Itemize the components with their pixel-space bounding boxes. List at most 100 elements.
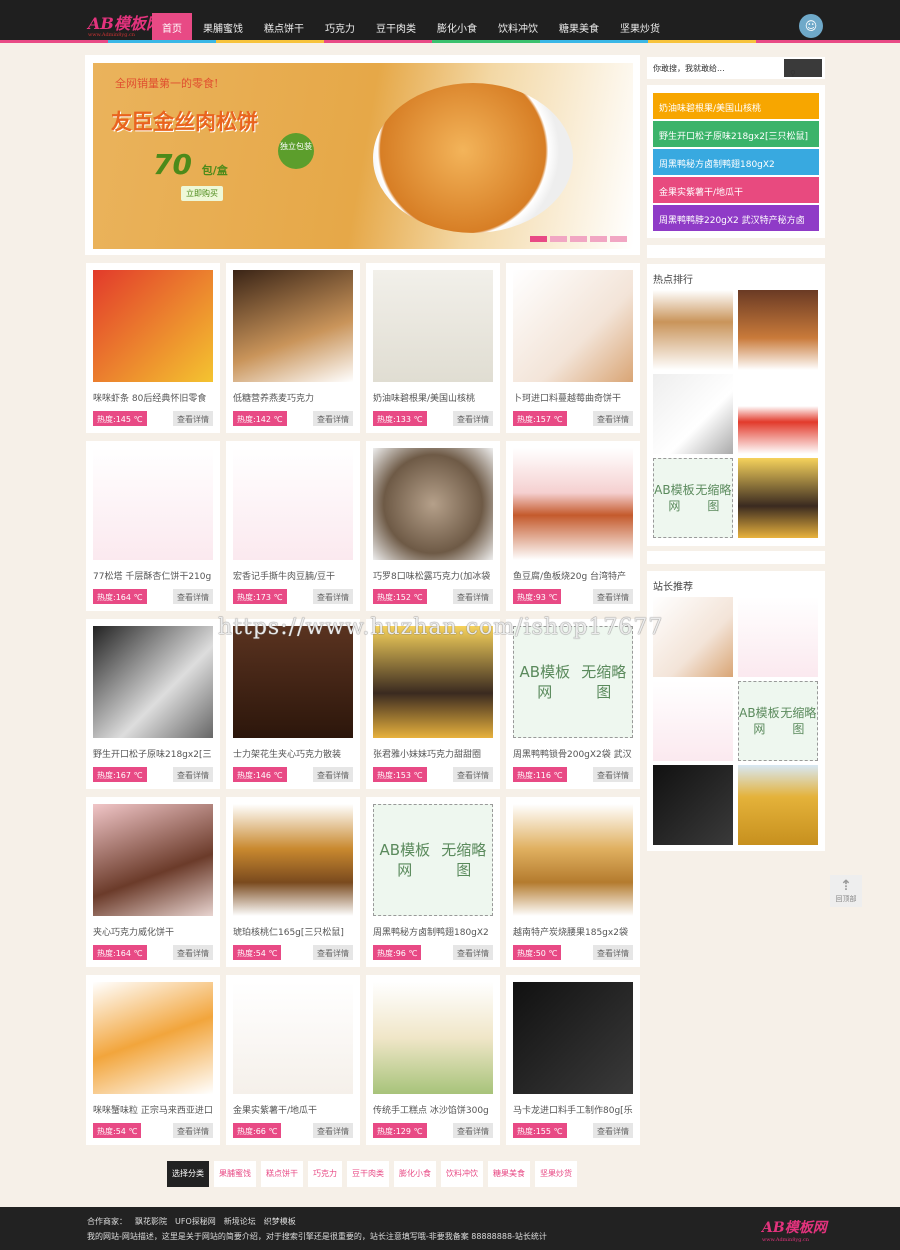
product-title[interactable]: 巧罗8口味松露巧克力(加冰袋 bbox=[373, 569, 497, 582]
nav-chocolate[interactable]: 巧克力 bbox=[315, 13, 365, 40]
product-image[interactable] bbox=[233, 982, 353, 1094]
product-card[interactable]: 金果实紫薯干/地瓜干 热度:66 ℃ 查看详情 bbox=[226, 975, 360, 1145]
product-image[interactable] bbox=[513, 270, 633, 382]
product-card[interactable]: 奶油味碧根果/美国山核桃 热度:133 ℃ 查看详情 bbox=[366, 263, 500, 433]
view-details-button[interactable]: 查看详情 bbox=[453, 589, 493, 604]
view-details-button[interactable]: 查看详情 bbox=[313, 1123, 353, 1138]
product-image[interactable] bbox=[233, 448, 353, 560]
product-image[interactable] bbox=[373, 982, 493, 1094]
featured-item[interactable]: 金果实紫薯干/地瓜干 bbox=[653, 177, 819, 203]
nav-drinks[interactable]: 饮料冲饮 bbox=[488, 13, 548, 40]
thumbnail[interactable] bbox=[738, 765, 818, 845]
partner-link[interactable]: 飘花影院 bbox=[135, 1217, 167, 1226]
product-image[interactable] bbox=[233, 626, 353, 738]
product-card[interactable]: 野生开口松子原味218gx2[三 热度:167 ℃ 查看详情 bbox=[86, 619, 220, 789]
partner-link[interactable]: 织梦模板 bbox=[264, 1217, 296, 1226]
product-card[interactable]: 琥珀核桃仁165g[三只松鼠] 热度:54 ℃ 查看详情 bbox=[226, 797, 360, 967]
featured-item[interactable]: 周黑鸭秘方卤制鸭翅180gX2 bbox=[653, 149, 819, 175]
product-card[interactable]: 咪咪虾条 80后经典怀旧零食 热度:145 ℃ 查看详情 bbox=[86, 263, 220, 433]
thumbnail[interactable] bbox=[653, 765, 733, 845]
view-details-button[interactable]: 查看详情 bbox=[593, 945, 633, 960]
product-image[interactable] bbox=[93, 626, 213, 738]
view-details-button[interactable]: 查看详情 bbox=[313, 589, 353, 604]
slide-dot[interactable] bbox=[590, 236, 607, 242]
view-details-button[interactable]: 查看详情 bbox=[593, 1123, 633, 1138]
product-image[interactable] bbox=[373, 270, 493, 382]
thumbnail[interactable] bbox=[653, 374, 733, 454]
featured-item[interactable]: 奶油味碧根果/美国山核桃 bbox=[653, 93, 819, 119]
product-title[interactable]: 低糖营养燕麦巧克力 bbox=[233, 391, 357, 404]
product-title[interactable]: 夹心巧克力威化饼干 bbox=[93, 925, 217, 938]
slide-dot[interactable] bbox=[530, 236, 547, 242]
banner-image[interactable]: 全网销量第一的零食! 友臣金丝肉松饼 70 包/盒 立即购买 独立包装 bbox=[93, 63, 633, 249]
slide-dot[interactable] bbox=[610, 236, 627, 242]
category-link[interactable]: 巧克力 bbox=[308, 1161, 342, 1187]
user-avatar-icon[interactable]: ☺ bbox=[799, 14, 823, 38]
product-card[interactable]: 夹心巧克力威化饼干 热度:164 ℃ 查看详情 bbox=[86, 797, 220, 967]
category-link[interactable]: 饮料冲饮 bbox=[441, 1161, 483, 1187]
category-link[interactable]: 坚果炒货 bbox=[535, 1161, 577, 1187]
search-input[interactable]: 你敢搜，我就敢给... bbox=[653, 63, 725, 74]
view-details-button[interactable]: 查看详情 bbox=[313, 411, 353, 426]
product-card[interactable]: 张君雅小妹妹巧克力甜甜圈 热度:153 ℃ 查看详情 bbox=[366, 619, 500, 789]
product-image[interactable] bbox=[513, 982, 633, 1094]
product-title[interactable]: 越南特产炭烧腰果185gx2袋 bbox=[513, 925, 637, 938]
view-details-button[interactable]: 查看详情 bbox=[173, 1123, 213, 1138]
category-link[interactable]: 糖果美食 bbox=[488, 1161, 530, 1187]
product-image[interactable] bbox=[93, 982, 213, 1094]
product-title[interactable]: 野生开口松子原味218gx2[三 bbox=[93, 747, 217, 760]
product-title[interactable]: 张君雅小妹妹巧克力甜甜圈 bbox=[373, 747, 497, 760]
partner-link[interactable]: UFO探秘网 bbox=[175, 1217, 216, 1226]
view-details-button[interactable]: 查看详情 bbox=[453, 411, 493, 426]
product-card[interactable]: 马卡龙进口料手工制作80g[乐 热度:155 ℃ 查看详情 bbox=[506, 975, 640, 1145]
view-details-button[interactable]: 查看详情 bbox=[593, 767, 633, 782]
product-title[interactable]: 卜珂进口料蔓越莓曲奇饼干 bbox=[513, 391, 637, 404]
view-details-button[interactable]: 查看详情 bbox=[173, 411, 213, 426]
product-title[interactable]: 周黑鸭秘方卤制鸭翅180gX2 bbox=[373, 925, 497, 938]
product-image[interactable] bbox=[373, 626, 493, 738]
view-details-button[interactable]: 查看详情 bbox=[313, 945, 353, 960]
thumbnail[interactable] bbox=[653, 597, 733, 677]
product-card[interactable]: AB模板网 无缩略图 周黑鸭秘方卤制鸭翅180gX2 热度:96 ℃ 查看详情 bbox=[366, 797, 500, 967]
product-card[interactable]: 宏香记手撕牛肉豆腩/豆干 热度:173 ℃ 查看详情 bbox=[226, 441, 360, 611]
view-details-button[interactable]: 查看详情 bbox=[453, 767, 493, 782]
view-details-button[interactable]: 查看详情 bbox=[453, 945, 493, 960]
product-card[interactable]: 77松塔 千层酥杏仁饼干210g 热度:164 ℃ 查看详情 bbox=[86, 441, 220, 611]
thumbnail[interactable] bbox=[738, 374, 818, 454]
view-details-button[interactable]: 查看详情 bbox=[593, 411, 633, 426]
view-details-button[interactable]: 查看详情 bbox=[593, 589, 633, 604]
product-title[interactable]: 士力架花生夹心巧克力散装 bbox=[233, 747, 357, 760]
nav-cakes-biscuits[interactable]: 糕点饼干 bbox=[254, 13, 314, 40]
thumbnail[interactable] bbox=[738, 458, 818, 538]
category-link[interactable]: 豆干肉类 bbox=[347, 1161, 389, 1187]
buy-now-button[interactable]: 立即购买 bbox=[181, 186, 223, 201]
product-card[interactable]: 卜珂进口料蔓越莓曲奇饼干 热度:157 ℃ 查看详情 bbox=[506, 263, 640, 433]
nav-nuts[interactable]: 坚果炒货 bbox=[610, 13, 670, 40]
slide-dot[interactable] bbox=[550, 236, 567, 242]
partner-link[interactable]: 新境论坛 bbox=[224, 1217, 256, 1226]
thumbnail[interactable] bbox=[653, 290, 733, 370]
thumbnail[interactable] bbox=[738, 597, 818, 677]
thumbnail[interactable] bbox=[738, 290, 818, 370]
thumbnail[interactable]: AB模板网 无缩略图 bbox=[738, 681, 818, 761]
product-card[interactable]: 鱼豆腐/鱼板烧20g 台湾特产 热度:93 ℃ 查看详情 bbox=[506, 441, 640, 611]
product-title[interactable]: 金果实紫薯干/地瓜干 bbox=[233, 1103, 357, 1116]
view-details-button[interactable]: 查看详情 bbox=[313, 767, 353, 782]
product-title[interactable]: 宏香记手撕牛肉豆腩/豆干 bbox=[233, 569, 357, 582]
product-title[interactable]: 咪咪蟹味粒 正宗马来西亚进口 bbox=[93, 1103, 217, 1116]
product-card[interactable]: 低糖营养燕麦巧克力 热度:142 ℃ 查看详情 bbox=[226, 263, 360, 433]
nav-preserved-fruit[interactable]: 果脯蜜饯 bbox=[193, 13, 253, 40]
product-card[interactable]: 越南特产炭烧腰果185gx2袋 热度:50 ℃ 查看详情 bbox=[506, 797, 640, 967]
view-details-button[interactable]: 查看详情 bbox=[173, 945, 213, 960]
product-title[interactable]: 琥珀核桃仁165g[三只松鼠] bbox=[233, 925, 357, 938]
nav-candy[interactable]: 糖果美食 bbox=[549, 13, 609, 40]
product-image[interactable] bbox=[233, 270, 353, 382]
product-image[interactable] bbox=[373, 448, 493, 560]
featured-item[interactable]: 周黑鸭鸭脖220gX2 武汉特产秘方卤 bbox=[653, 205, 819, 231]
product-title[interactable]: 咪咪虾条 80后经典怀旧零食 bbox=[93, 391, 217, 404]
nav-puffed-snacks[interactable]: 膨化小食 bbox=[427, 13, 487, 40]
product-title[interactable]: 77松塔 千层酥杏仁饼干210g bbox=[93, 569, 217, 582]
site-logo[interactable]: AB模板网 www.Admin8yg.cn bbox=[88, 10, 162, 38]
product-image[interactable] bbox=[513, 804, 633, 916]
view-details-button[interactable]: 查看详情 bbox=[173, 589, 213, 604]
